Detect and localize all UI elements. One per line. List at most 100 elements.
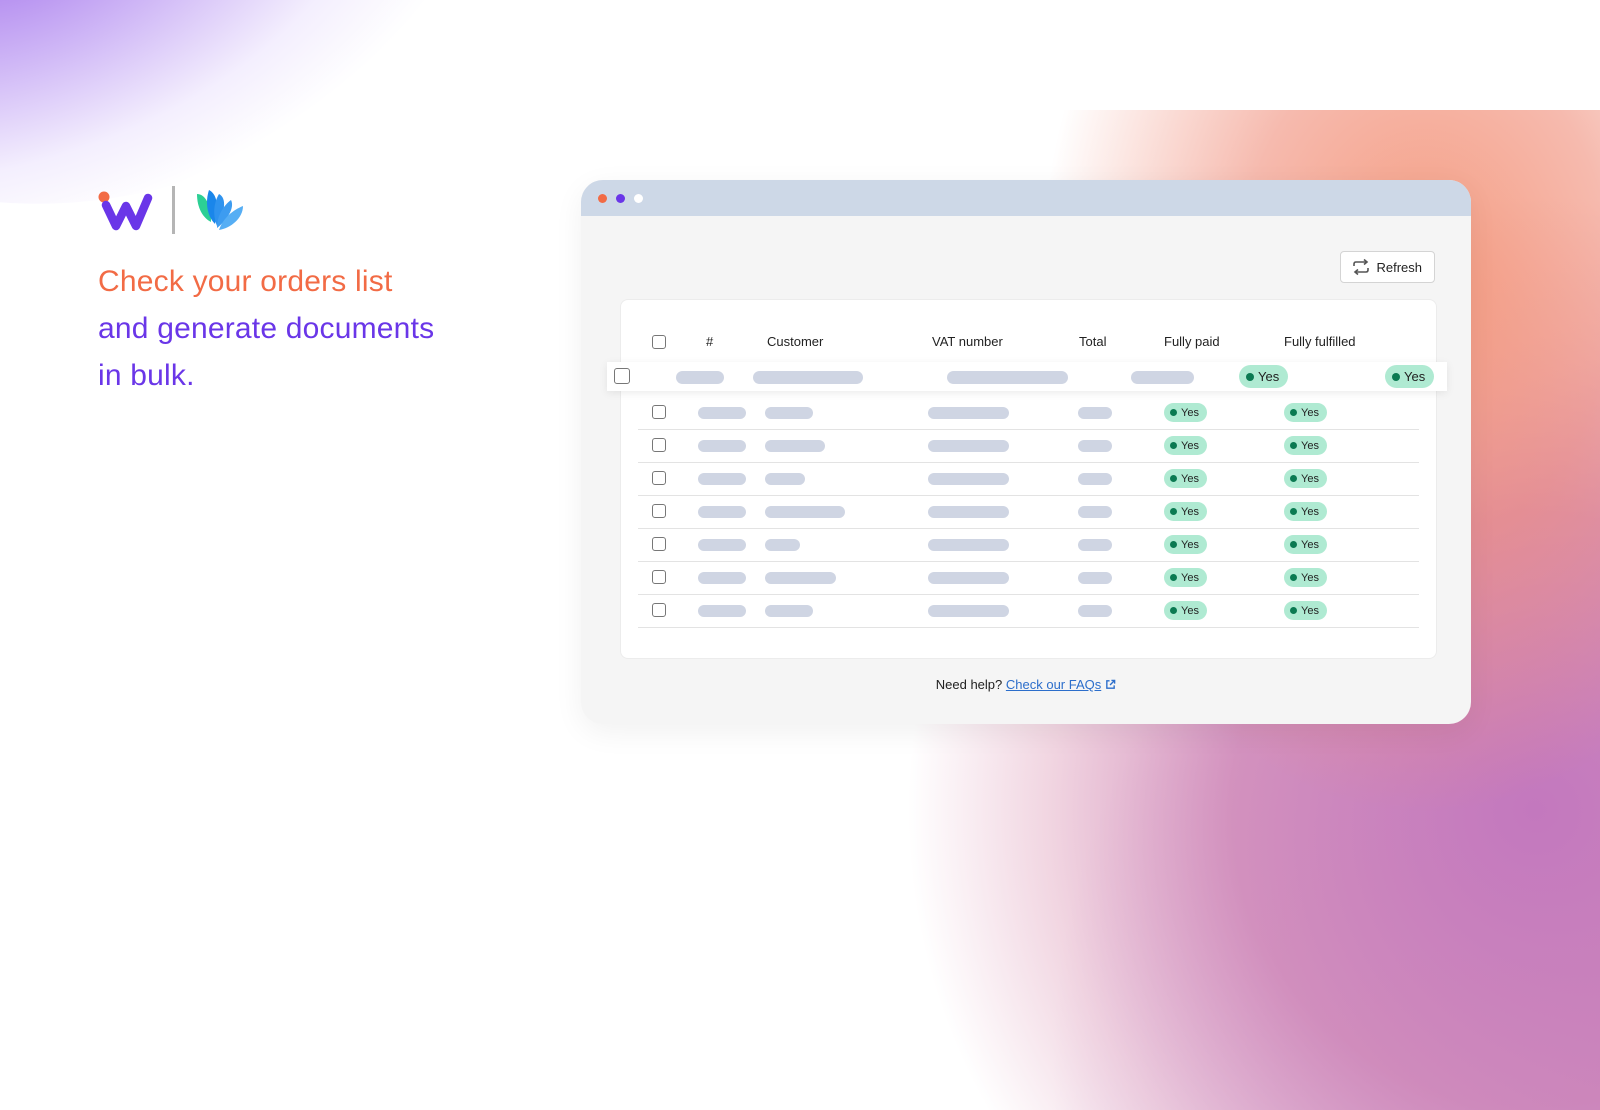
status-dot-icon [1290,607,1297,614]
table-row[interactable]: Yes Yes [638,561,1419,595]
status-dot-icon [1170,607,1177,614]
placeholder-number [698,473,746,485]
browser-window: Refresh # Customer VAT number Total Full… [581,180,1471,724]
headline: Check your orders list and generate docu… [98,258,434,399]
placeholder-number [676,371,724,384]
refresh-label: Refresh [1376,259,1422,275]
placeholder-vat [928,440,1009,452]
table-header: # Customer VAT number Total Fully paid F… [638,322,1419,363]
fully-fulfilled-value: Yes [1301,406,1319,419]
external-link-icon [1106,679,1116,689]
fully-fulfilled-value: Yes [1301,538,1319,551]
column-header-number[interactable]: # [706,334,713,349]
fully-paid-value: Yes [1181,604,1199,617]
orders-table-card: # Customer VAT number Total Fully paid F… [620,299,1437,659]
row-checkbox[interactable] [652,405,666,419]
fully-fulfilled-value: Yes [1301,604,1319,617]
fully-paid-badge: Yes [1164,403,1207,422]
refresh-icon [1353,258,1370,276]
placeholder-vat [928,539,1009,551]
placeholder-number [698,539,746,551]
select-all-checkbox[interactable] [652,335,666,349]
placeholder-vat [928,506,1009,518]
window-dot-purple [616,193,625,203]
fully-fulfilled-badge: Yes [1284,601,1327,620]
status-dot-icon [1170,508,1177,515]
placeholder-total [1078,407,1112,419]
fully-fulfilled-badge: Yes [1284,568,1327,587]
status-dot-icon [1170,541,1177,548]
column-header-fully-fulfilled[interactable]: Fully fulfilled [1284,334,1356,349]
status-dot-icon [1290,409,1297,416]
status-dot-icon [1290,508,1297,515]
column-header-fully-paid[interactable]: Fully paid [1164,334,1220,349]
row-checkbox[interactable] [652,603,666,617]
placeholder-vat [928,407,1009,419]
table-row[interactable]: Yes Yes [638,429,1419,463]
window-dot-white [634,193,643,203]
column-header-total[interactable]: Total [1079,334,1106,349]
table-row[interactable]: Yes Yes [638,396,1419,430]
highlighted-table-row[interactable]: Yes Yes [607,362,1447,391]
fully-paid-badge: Yes [1239,365,1289,388]
table-row[interactable]: Yes Yes [638,495,1419,529]
row-checkbox[interactable] [652,570,666,584]
row-checkbox[interactable] [652,438,666,452]
table-row[interactable]: Yes Yes [638,594,1419,628]
fully-paid-badge: Yes [1164,535,1207,554]
row-checkbox[interactable] [652,471,666,485]
placeholder-total [1078,506,1112,518]
status-dot-icon [1392,372,1400,381]
status-dot-icon [1170,574,1177,581]
fully-fulfilled-badge: Yes [1284,436,1327,455]
browser-titlebar [581,180,1471,216]
fully-paid-badge: Yes [1164,436,1207,455]
fully-fulfilled-value: Yes [1301,505,1319,518]
placeholder-total [1078,539,1112,551]
w-logo-icon [98,191,153,231]
headline-line-1: Check your orders list [98,265,393,298]
fully-paid-value: Yes [1181,439,1199,452]
placeholder-vat [947,371,1068,384]
placeholder-vat [928,572,1009,584]
placeholder-customer [765,506,845,518]
fully-paid-value: Yes [1181,406,1199,419]
fully-fulfilled-badge: Yes [1284,403,1327,422]
placeholder-customer [765,473,805,485]
brand-logos [98,186,245,234]
fully-fulfilled-badge: Yes [1284,469,1327,488]
faq-link[interactable]: Check our FAQs [1006,677,1101,692]
fully-paid-value: Yes [1181,472,1199,485]
row-checkbox[interactable] [652,504,666,518]
status-dot-icon [1170,475,1177,482]
headline-line-2: and generate documents [98,312,435,345]
column-header-vat[interactable]: VAT number [932,334,1003,349]
status-dot-icon [1170,442,1177,449]
faq-link-label: Check our FAQs [1005,677,1102,692]
row-checkbox[interactable] [614,368,630,384]
fully-fulfilled-value: Yes [1404,369,1426,384]
fully-fulfilled-value: Yes [1301,472,1319,485]
placeholder-number [698,605,746,617]
fully-paid-value: Yes [1181,505,1199,518]
logo-divider [172,186,175,234]
placeholder-customer [765,407,813,419]
placeholder-customer [753,371,863,384]
leaf-logo-icon [197,190,243,230]
fully-paid-value: Yes [1181,538,1199,551]
fully-fulfilled-value: Yes [1301,571,1319,584]
window-dot-red [598,193,607,203]
placeholder-number [698,506,746,518]
help-prefix: Need help? [935,677,1003,692]
row-checkbox[interactable] [652,537,666,551]
placeholder-number [698,572,746,584]
status-dot-icon [1246,372,1254,381]
refresh-button[interactable]: Refresh [1340,251,1435,283]
column-header-customer[interactable]: Customer [767,334,823,349]
placeholder-vat [928,473,1009,485]
placeholder-customer [765,572,836,584]
headline-line-3: in bulk. [98,359,195,392]
fully-paid-value: Yes [1181,571,1199,584]
table-row[interactable]: Yes Yes [638,528,1419,562]
table-row[interactable]: Yes Yes [638,462,1419,496]
